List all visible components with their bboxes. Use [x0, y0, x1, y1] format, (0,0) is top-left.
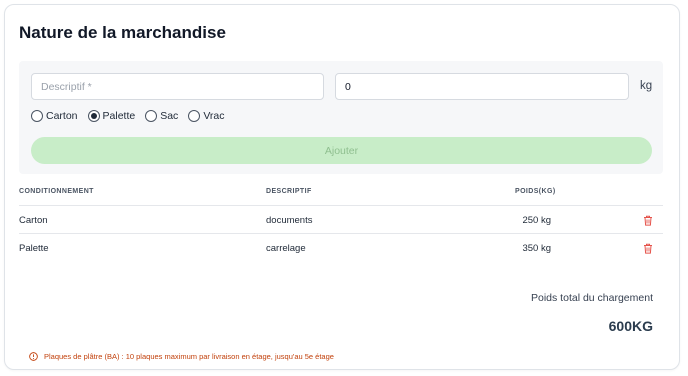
row-packaging: Carton [19, 215, 48, 226]
row-packaging: Palette [19, 243, 49, 254]
radio-palette[interactable]: Palette [87, 110, 136, 122]
warning-message: Plaques de plâtre (BA) : 10 plaques maxi… [29, 352, 334, 361]
trash-icon[interactable] [643, 215, 653, 226]
radio-palette-circle[interactable] [87, 110, 100, 122]
warning-text: Plaques de plâtre (BA) : 10 plaques maxi… [44, 352, 334, 361]
weight-input[interactable] [335, 73, 629, 100]
radio-carton-circle[interactable] [31, 110, 43, 122]
packaging-radio-group: Carton Palette Sac Vrac [31, 110, 235, 122]
row-description: carrelage [266, 243, 306, 254]
radio-palette-label: Palette [102, 110, 136, 122]
table-divider [19, 233, 663, 234]
radio-vrac[interactable]: Vrac [188, 110, 225, 122]
radio-sac-circle[interactable] [145, 110, 158, 122]
radio-carton[interactable]: Carton [31, 110, 78, 122]
merchandise-card: Nature de la marchandise kg Carton Palet… [4, 4, 680, 370]
add-button[interactable]: Ajouter [31, 137, 652, 164]
radio-vrac-label: Vrac [203, 110, 225, 122]
trash-icon[interactable] [643, 243, 653, 254]
radio-carton-label: Carton [46, 110, 78, 122]
column-header-packaging: CONDITIONNEMENT [19, 188, 94, 195]
radio-sac-label: Sac [160, 110, 179, 122]
total-weight-value: 600KG [608, 318, 653, 334]
weight-unit-label: kg [640, 80, 653, 92]
column-header-description: DESCRIPTIF [266, 188, 312, 195]
row-description: documents [266, 215, 313, 226]
column-header-weight: POIDS(KG) [515, 188, 556, 195]
info-circle-icon [29, 352, 38, 361]
radio-vrac-circle[interactable] [188, 110, 201, 122]
total-weight-label: Poids total du chargement [531, 292, 653, 304]
description-input[interactable] [31, 73, 324, 100]
table-divider [19, 205, 663, 206]
add-item-form: kg Carton Palette Sac Vrac Ajouter [19, 61, 663, 174]
radio-sac[interactable]: Sac [145, 110, 178, 122]
section-title: Nature de la marchandise [19, 23, 226, 42]
row-weight: 350 kg [522, 243, 551, 254]
row-weight: 250 kg [522, 215, 551, 226]
